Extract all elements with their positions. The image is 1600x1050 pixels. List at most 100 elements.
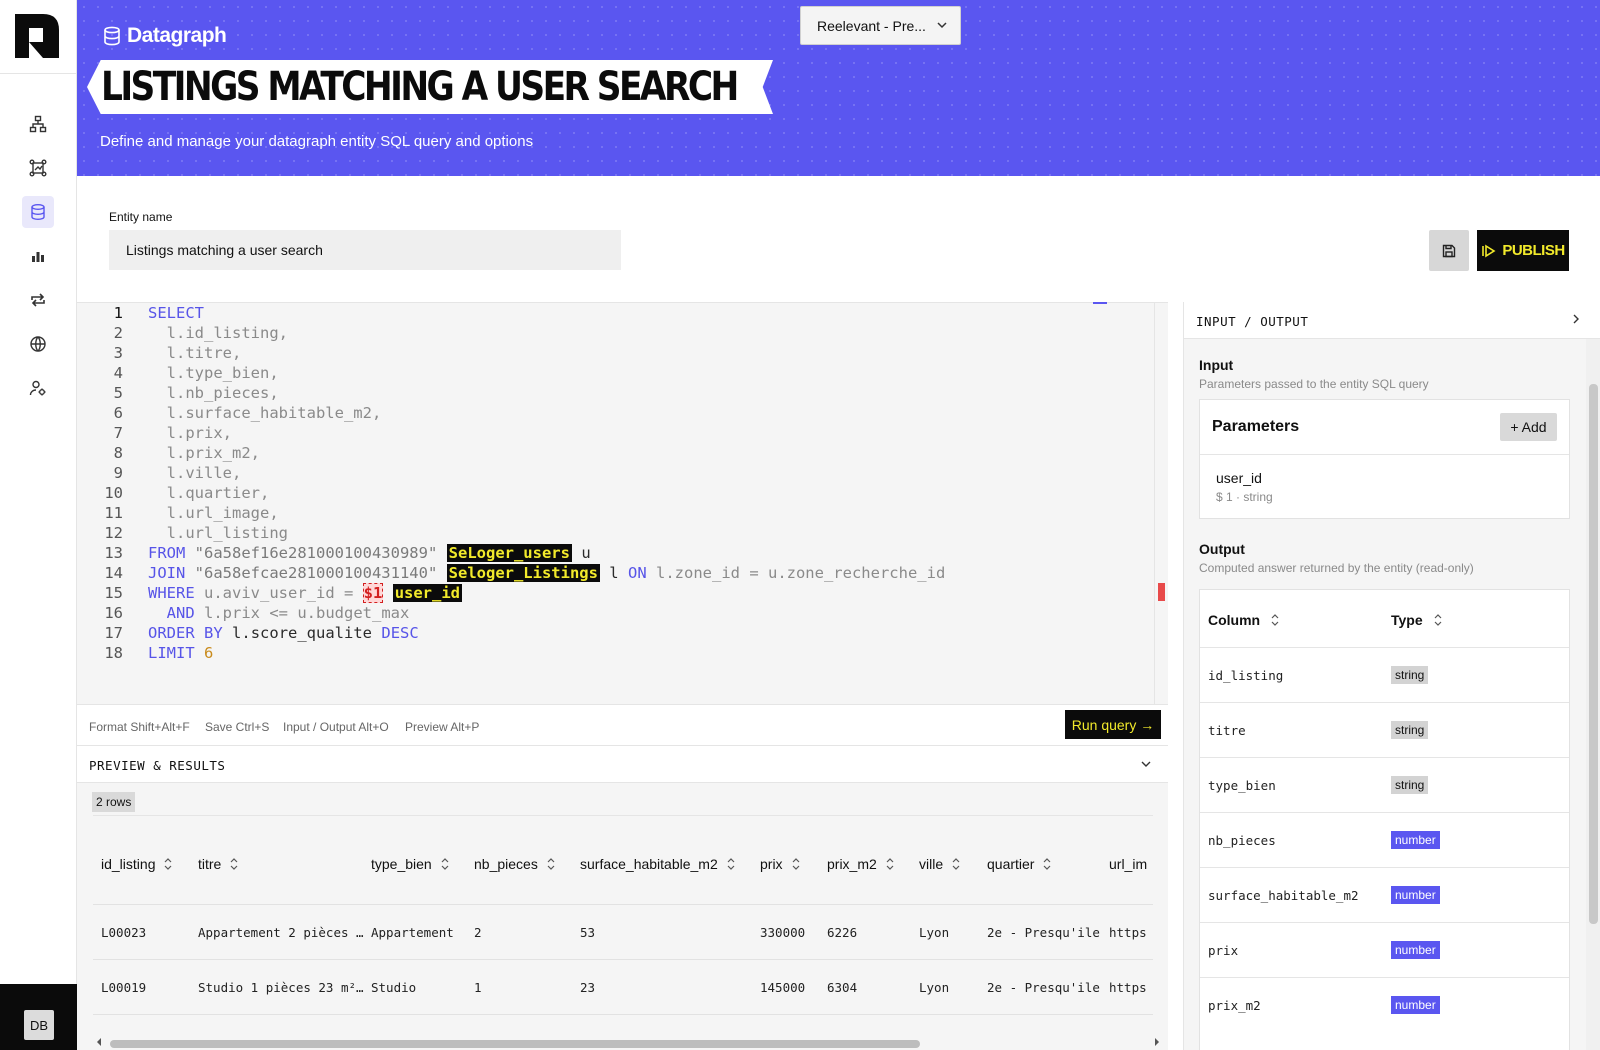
column-header[interactable]: id_listing <box>101 856 173 872</box>
sidebar-item-graph[interactable] <box>22 108 54 140</box>
sql-keyword: AND <box>166 604 195 622</box>
parameter-meta: $ 1 · string <box>1216 490 1273 504</box>
error-marker[interactable] <box>1158 583 1165 601</box>
sort-icon <box>441 858 449 870</box>
line-number: 6 <box>113 404 123 422</box>
column-header[interactable]: type_bien <box>371 856 450 872</box>
chevron-down-icon[interactable] <box>1140 758 1152 770</box>
cell: 53 <box>580 925 596 940</box>
type-badge: string <box>1391 666 1429 684</box>
cell: https <box>1109 925 1147 940</box>
code-line: 12 l.url_listing <box>77 523 1137 543</box>
entity-name-input[interactable] <box>109 230 621 270</box>
editor-scrollbar[interactable] <box>1154 303 1168 704</box>
column-header[interactable]: titre <box>198 856 239 872</box>
output-section-subtitle: Computed answer returned by the entity (… <box>1199 561 1474 575</box>
type-badge: string <box>1391 776 1429 794</box>
column-header[interactable]: quartier <box>987 856 1052 872</box>
table-name-tag[interactable]: SeLoger_users <box>446 544 572 562</box>
output-row: surface_habitable_m2 number <box>1200 867 1569 923</box>
io-scrollbar-thumb[interactable] <box>1589 384 1598 924</box>
line-number: 18 <box>104 644 123 662</box>
database-icon <box>31 204 45 221</box>
shortcut-save[interactable]: Save Ctrl+S <box>205 720 269 734</box>
code-line: 3 l.titre, <box>77 343 1137 363</box>
shortcut-format[interactable]: Format Shift+Alt+F <box>89 720 190 734</box>
sidebar-item-globe[interactable] <box>22 328 54 360</box>
type-header[interactable]: Type <box>1391 612 1443 628</box>
table-row[interactable]: L00019 Studio 1 pièces 23 m²… Studio 1 2… <box>93 959 1153 1015</box>
add-parameter-button[interactable]: + Add <box>1500 413 1557 441</box>
column-header[interactable]: surface_habitable_m2 <box>580 856 736 872</box>
sidebar-item-sync[interactable] <box>22 284 54 316</box>
column-header[interactable]: prix <box>760 856 801 872</box>
run-query-button[interactable]: Run query → <box>1065 710 1161 739</box>
sql-editor[interactable]: 1 SELECT 2 l.id_listing, 3 l.titre, 4 l.t… <box>77 302 1168 704</box>
chevron-right-icon[interactable] <box>1571 313 1581 325</box>
divider <box>1200 454 1569 455</box>
project-select[interactable]: Reelevant - Pre... <box>800 6 961 45</box>
code-text: l.nb_pieces, <box>148 384 279 402</box>
line-number: 17 <box>104 624 123 642</box>
column-header[interactable]: url_im <box>1109 856 1147 872</box>
line-number: 4 <box>113 364 123 382</box>
column-header[interactable]: ville <box>919 856 961 872</box>
shortcut-input-output[interactable]: Input / Output Alt+O <box>283 720 389 734</box>
entity-name-label: Entity name <box>109 210 173 224</box>
results-panel: 2 rows id_listing titre type_bien nb_pie… <box>77 783 1168 1050</box>
code-text: l.prix <= u.budget_max <box>204 604 410 622</box>
input-section-subtitle: Parameters passed to the entity SQL quer… <box>1199 377 1429 391</box>
preview-header[interactable]: PREVIEW & RESULTS <box>77 746 1168 783</box>
column-header[interactable]: Column <box>1208 612 1280 628</box>
table-name-tag[interactable]: Seloger_Listings <box>446 564 600 582</box>
title-banner: LISTINGS MATCHING A USER SEARCH <box>87 60 773 114</box>
cell: 2e - Presqu'ile <box>987 925 1100 940</box>
io-panel-scrollbar[interactable] <box>1586 339 1600 1050</box>
brand: Datagraph <box>103 24 227 48</box>
shortcut-preview[interactable]: Preview Alt+P <box>405 720 479 734</box>
table-row[interactable]: L00023 Appartement 2 pièces … Appartemen… <box>93 904 1153 960</box>
line-number: 15 <box>104 584 123 602</box>
type-badge: number <box>1391 996 1440 1014</box>
logo-mark-icon <box>15 14 59 58</box>
scroll-left-icon[interactable] <box>95 1037 103 1047</box>
code-line: 10 l.quartier, <box>77 483 1137 503</box>
sql-keyword: FROM <box>148 544 186 562</box>
output-row: id_listing string <box>1200 647 1569 703</box>
output-column-name: type_bien <box>1208 778 1276 793</box>
sql-keyword: BY <box>204 624 223 642</box>
column-header-label: surface_habitable_m2 <box>580 856 718 872</box>
type-badge: number <box>1391 886 1440 904</box>
sidebar-item-analytics[interactable] <box>22 240 54 272</box>
sidebar-item-entities[interactable] <box>22 152 54 184</box>
line-number: 10 <box>104 484 123 502</box>
line-number: 7 <box>113 424 123 442</box>
column-header-label: prix <box>760 856 783 872</box>
column-header-label: url_im <box>1109 856 1148 872</box>
sql-keyword: WHERE <box>148 584 195 602</box>
output-column-name: prix_m2 <box>1208 998 1261 1013</box>
publish-button[interactable]: PUBLISH <box>1477 230 1569 271</box>
sidebar-item-datagraph[interactable] <box>22 196 54 228</box>
query-parameter[interactable]: $1 <box>362 583 384 603</box>
parameter-name-tag[interactable]: user_id <box>392 584 463 602</box>
scroll-right-icon[interactable] <box>1153 1037 1161 1047</box>
table-alias: u <box>571 544 591 562</box>
io-panel-header[interactable]: INPUT / OUTPUT <box>1184 302 1600 339</box>
app-logo[interactable] <box>0 0 77 74</box>
type-badge: number <box>1391 831 1440 849</box>
parameter-name[interactable]: user_id <box>1216 470 1262 486</box>
horizontal-scrollbar[interactable] <box>110 1040 920 1048</box>
save-button[interactable] <box>1429 230 1469 271</box>
sort-icon <box>165 858 172 870</box>
code-line: 1 SELECT <box>77 303 1137 323</box>
sidebar-item-user-settings[interactable] <box>22 372 54 404</box>
code-text: l.prix_m2, <box>148 444 260 462</box>
column-header[interactable]: prix_m2 <box>827 856 895 872</box>
column-header-label: nb_pieces <box>474 856 538 872</box>
column-header[interactable]: nb_pieces <box>474 856 556 872</box>
bar-chart-icon <box>32 252 44 262</box>
sidebar: DB <box>0 0 77 1050</box>
sort-icon <box>886 858 894 870</box>
avatar[interactable]: DB <box>24 1010 54 1040</box>
